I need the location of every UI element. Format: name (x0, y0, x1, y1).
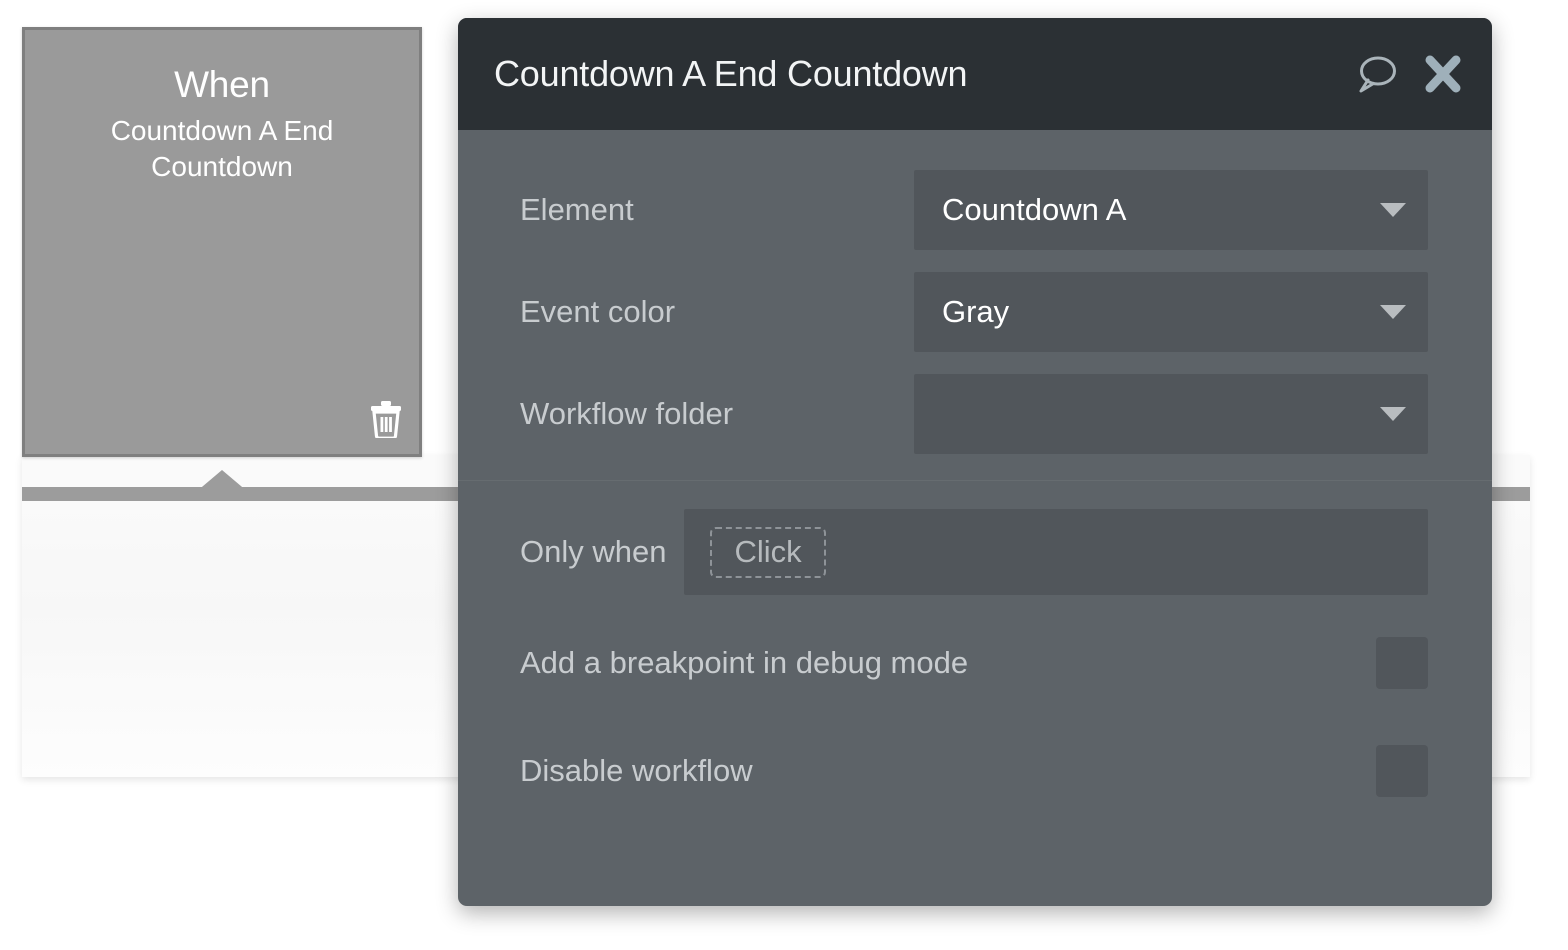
event-card-subtitle: Countdown A End Countdown (110, 114, 334, 182)
disable-workflow-checkbox[interactable] (1376, 745, 1428, 797)
field-label-event-color: Event color (520, 294, 676, 329)
event-color-dropdown-value: Gray (942, 294, 1010, 329)
panel-body: Element Countdown A Event color Gray Wor… (458, 130, 1492, 801)
checkbox-row-breakpoint: Add a breakpoint in debug mode (458, 633, 1492, 693)
event-card-when[interactable]: When Countdown A End Countdown (22, 27, 422, 457)
panel-section-fields: Element Countdown A Event color Gray Wor… (458, 130, 1492, 481)
panel-section-conditions: Only when Click Add a breakpoint in debu… (458, 481, 1492, 801)
event-properties-panel: Countdown A End Countdown Element Countd… (458, 18, 1492, 906)
field-row-workflow-folder: Workflow folder (458, 374, 1492, 454)
field-row-event-color: Event color Gray (458, 272, 1492, 352)
workflow-folder-dropdown[interactable] (914, 374, 1428, 454)
chevron-down-icon (1380, 407, 1406, 421)
workflow-rail-notch-icon (196, 470, 248, 492)
speech-bubble-icon[interactable] (1354, 53, 1400, 95)
breakpoint-checkbox[interactable] (1376, 637, 1428, 689)
event-color-dropdown[interactable]: Gray (914, 272, 1428, 352)
only-when-label: Only when (520, 534, 667, 569)
checkbox-label-disable-workflow: Disable workflow (520, 753, 753, 788)
chevron-down-icon (1380, 203, 1406, 217)
only-when-expression-input[interactable]: Click (684, 509, 1428, 595)
only-when-click-chip[interactable]: Click (710, 526, 826, 578)
checkbox-label-breakpoint: Add a breakpoint in debug mode (520, 645, 969, 680)
chevron-down-icon (1380, 305, 1406, 319)
field-label-workflow-folder: Workflow folder (520, 396, 734, 431)
trash-icon[interactable] (369, 400, 403, 440)
workflow-canvas: When Countdown A End Countdown Countdown… (0, 0, 1568, 950)
close-icon[interactable] (1422, 53, 1464, 95)
panel-header: Countdown A End Countdown (458, 18, 1492, 130)
event-card-title: When (174, 64, 270, 105)
only-when-row: Only when Click (458, 509, 1492, 595)
panel-header-actions (1354, 53, 1464, 95)
element-dropdown[interactable]: Countdown A (914, 170, 1428, 250)
panel-title: Countdown A End Countdown (494, 53, 968, 94)
checkbox-row-disable-workflow: Disable workflow (458, 741, 1492, 801)
element-dropdown-value: Countdown A (942, 192, 1127, 227)
field-label-element: Element (520, 192, 634, 227)
field-row-element: Element Countdown A (458, 170, 1492, 250)
